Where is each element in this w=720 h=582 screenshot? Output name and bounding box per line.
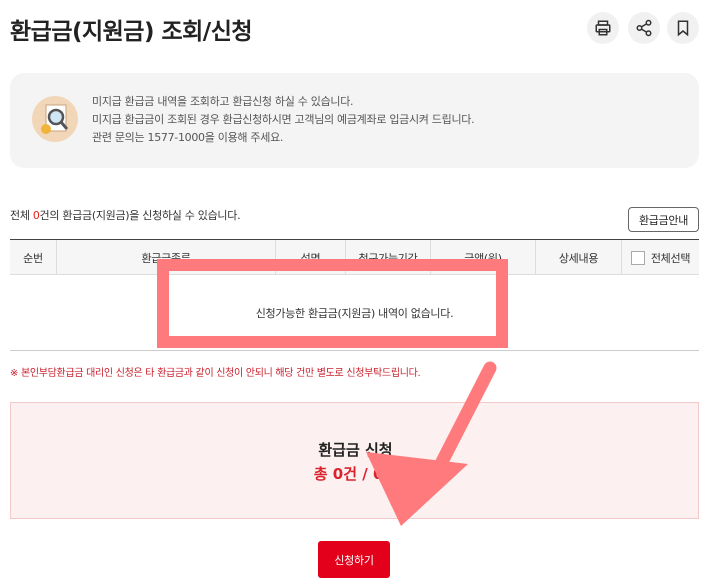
annotation-arrow: [366, 361, 497, 526]
apply-button[interactable]: 신청하기: [318, 541, 390, 578]
